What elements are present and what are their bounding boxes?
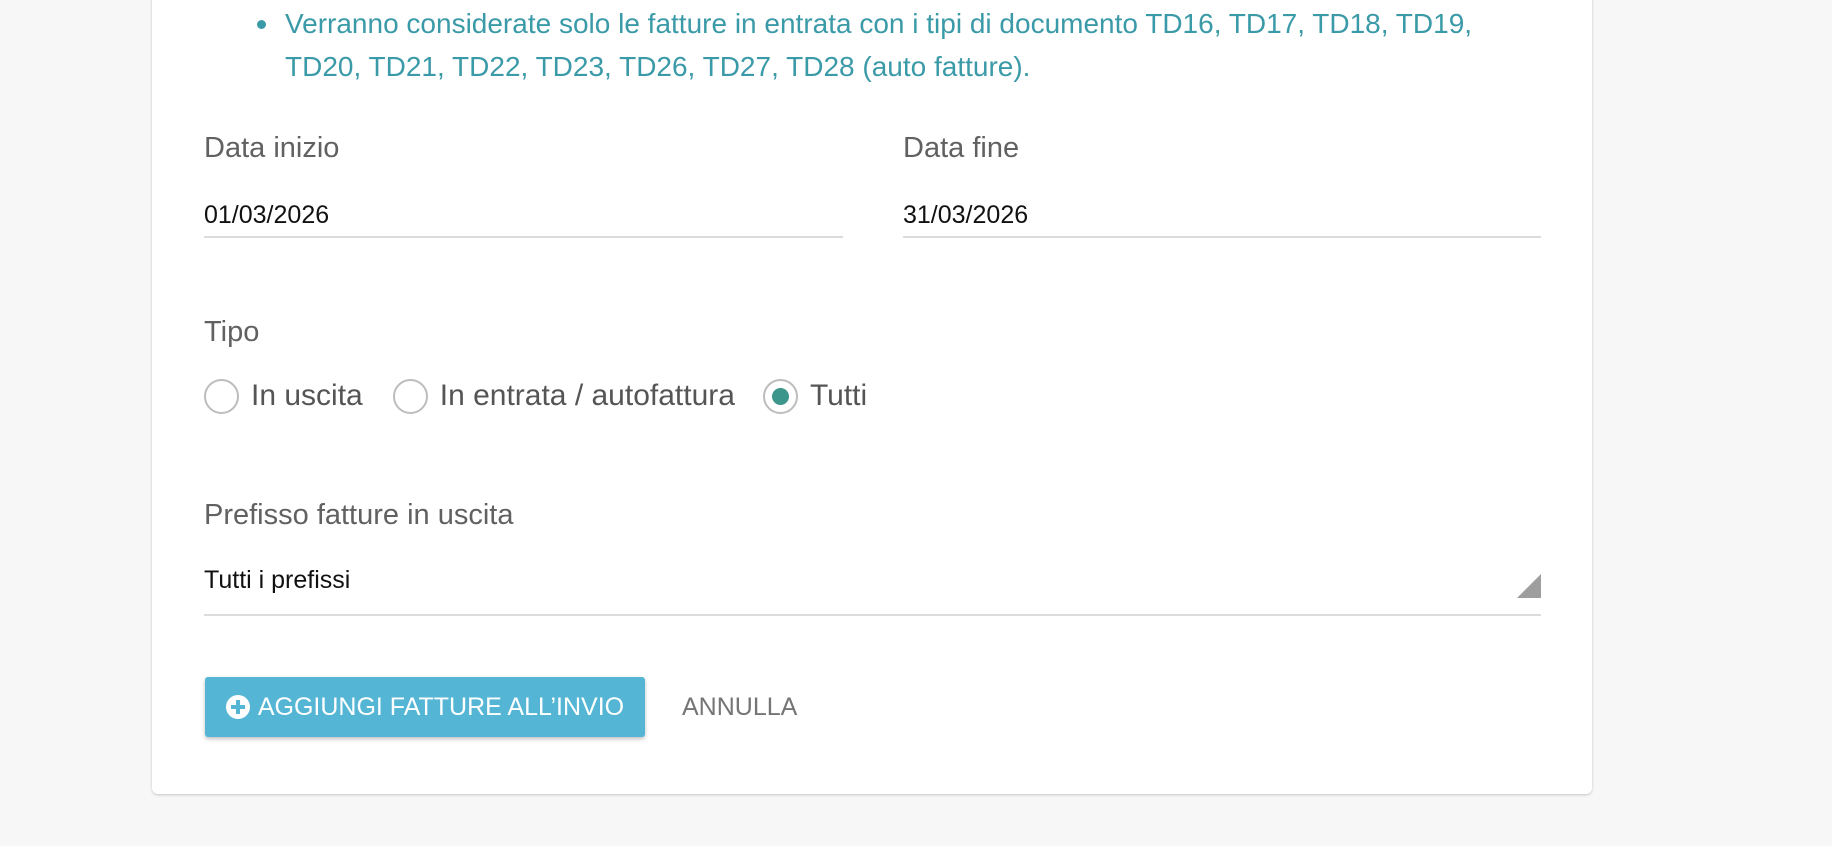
add-invoices-button-label: AGGIUNGI FATTURE ALL’INVIO bbox=[257, 692, 625, 721]
prefix-select-value: Tutti i prefissi bbox=[204, 566, 351, 594]
bullet-icon bbox=[257, 20, 266, 29]
radio-checked-icon[interactable] bbox=[762, 378, 798, 414]
info-note-text: Verranno considerate solo le fatture in … bbox=[285, 8, 1473, 82]
triangle-down-icon[interactable] bbox=[1517, 574, 1541, 598]
end-date-label: Data fine bbox=[903, 132, 1020, 164]
prefix-label: Prefisso fatture in uscita bbox=[204, 499, 514, 531]
cancel-button[interactable]: ANNULLA bbox=[672, 677, 807, 737]
type-radio-label: In entrata / autofattura bbox=[439, 379, 735, 412]
type-label: Tipo bbox=[204, 316, 260, 348]
type-radio-tutti[interactable]: Tutti bbox=[762, 378, 868, 414]
start-date-input[interactable] bbox=[204, 194, 843, 238]
radio-unchecked-icon[interactable] bbox=[392, 378, 428, 414]
type-radio-in-entrata[interactable]: In entrata / autofattura bbox=[392, 378, 735, 414]
prefix-select[interactable]: Tutti i prefissi bbox=[204, 556, 1541, 616]
end-date-input[interactable] bbox=[903, 194, 1541, 238]
info-note-list: Verranno considerate solo le fatture in … bbox=[253, 0, 1513, 88]
start-date-label: Data inizio bbox=[204, 132, 340, 164]
type-radio-label: In uscita bbox=[251, 379, 363, 412]
info-note-item: Verranno considerate solo le fatture in … bbox=[253, 2, 1513, 88]
type-radio-label: Tutti bbox=[809, 379, 868, 412]
type-radio-group: In uscita In entrata / autofattura Tutti bbox=[204, 374, 867, 418]
plus-circle-icon bbox=[225, 695, 250, 719]
radio-unchecked-icon[interactable] bbox=[204, 378, 239, 414]
add-invoices-button[interactable]: AGGIUNGI FATTURE ALL’INVIO bbox=[205, 677, 645, 737]
type-radio-in-uscita[interactable]: In uscita bbox=[204, 378, 363, 414]
